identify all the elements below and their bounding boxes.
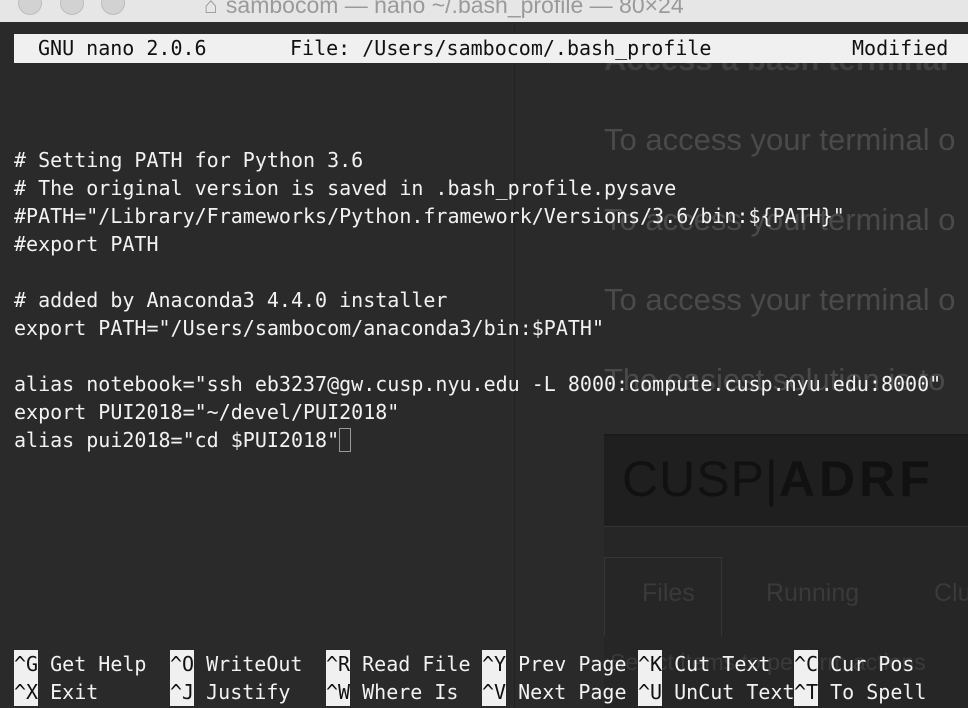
nano-shortcut-bar: ^G Get Help ^O WriteOut ^R Read File ^Y … bbox=[14, 650, 968, 706]
logo-left: CUSP bbox=[622, 451, 765, 507]
shortcut-key: ^G bbox=[14, 650, 39, 678]
shortcut-cut-text[interactable]: ^K Cut Text bbox=[638, 650, 770, 678]
minimize-window-button[interactable] bbox=[60, 0, 84, 15]
close-window-button[interactable] bbox=[18, 0, 42, 15]
shortcut-label: Read File bbox=[362, 652, 471, 676]
window-titlebar: ⌂ sambocom — nano ~/.bash_profile — 80×24 bbox=[0, 0, 968, 23]
text-cursor bbox=[339, 428, 352, 452]
shortcut-cur-pos[interactable]: ^C Cur Pos bbox=[794, 650, 914, 678]
file-path: File: /Users/sambocom/.bash_profile bbox=[290, 36, 712, 60]
background-browser-page: Access a bash terminal To access your te… bbox=[604, 22, 968, 708]
editor-line[interactable]: # Setting PATH for Python 3.6 bbox=[14, 146, 363, 174]
editor-line[interactable]: #export PATH bbox=[14, 230, 159, 258]
shortcut-key: ^O bbox=[170, 650, 195, 678]
editor-line[interactable]: export PATH="/Users/sambocom/anaconda3/b… bbox=[14, 314, 604, 342]
shortcut-label: Get Help bbox=[50, 652, 147, 676]
shortcut-key: ^C bbox=[794, 650, 819, 678]
shortcut-key: ^K bbox=[638, 650, 663, 678]
editor-line[interactable]: # The original version is saved in .bash… bbox=[14, 174, 676, 202]
shortcut-label: Cut Text bbox=[674, 652, 771, 676]
cusp-adrf-logo: CUSP|ADRF bbox=[622, 451, 934, 507]
home-icon: ⌂ bbox=[204, 0, 218, 18]
editor-line[interactable]: alias notebook="ssh eb3237@gw.cusp.nyu.e… bbox=[14, 370, 941, 398]
shortcut-where-is[interactable]: ^W Where Is bbox=[326, 678, 458, 706]
bg-paragraph: To access your terminal o bbox=[604, 282, 956, 317]
nano-header-bar: GNU nano 2.0.6 File: /Users/sambocom/.ba… bbox=[14, 34, 968, 63]
shortcut-label: Next Page bbox=[518, 680, 627, 704]
shortcut-to-spell[interactable]: ^T To Spell bbox=[794, 678, 926, 706]
shortcut-label: UnCut Text bbox=[674, 680, 795, 704]
shortcut-label: To Spell bbox=[830, 680, 927, 704]
shortcut-justify[interactable]: ^J Justify bbox=[170, 678, 290, 706]
shortcut-label: Exit bbox=[50, 680, 99, 704]
shortcut-key: ^W bbox=[326, 678, 351, 706]
bg-tab-running: Running bbox=[766, 579, 860, 607]
shortcut-next-page[interactable]: ^V Next Page bbox=[482, 678, 627, 706]
shortcut-key: ^Y bbox=[482, 650, 507, 678]
editor-line-current[interactable]: alias pui2018="cd $PUI2018" bbox=[14, 426, 352, 454]
window-title-text: sambocom — nano ~/.bash_profile — 80×24 bbox=[225, 0, 684, 18]
shortcut-key: ^V bbox=[482, 678, 507, 706]
nano-version: GNU nano 2.0.6 bbox=[38, 36, 207, 60]
editor-line[interactable]: export PUI2018="~/devel/PUI2018" bbox=[14, 398, 399, 426]
editor-line[interactable]: # added by Anaconda3 4.4.0 installer bbox=[14, 286, 447, 314]
shortcut-key: ^J bbox=[170, 678, 195, 706]
shortcut-writeout[interactable]: ^O WriteOut bbox=[170, 650, 302, 678]
bg-tab-files: Files bbox=[642, 579, 695, 607]
shortcut-label: WriteOut bbox=[206, 652, 303, 676]
editor-line-text: alias pui2018="cd $PUI2018" bbox=[14, 428, 340, 452]
logo-right: ADRF bbox=[778, 451, 934, 507]
shortcut-read-file[interactable]: ^R Read File bbox=[326, 650, 471, 678]
editor-line[interactable]: #PATH="/Library/Frameworks/Python.framew… bbox=[14, 202, 845, 230]
shortcut-label: Justify bbox=[206, 680, 291, 704]
modified-status: Modified bbox=[852, 36, 949, 60]
shortcut-key: ^U bbox=[638, 678, 663, 706]
bg-paragraph: To access your terminal o bbox=[604, 122, 956, 157]
shortcut-get-help[interactable]: ^G Get Help bbox=[14, 650, 146, 678]
shortcut-label: Prev Page bbox=[518, 652, 627, 676]
bg-tab-clusters: Clu bbox=[934, 579, 968, 607]
shortcut-exit[interactable]: ^X Exit bbox=[14, 678, 98, 706]
shortcut-label: Where Is bbox=[362, 680, 459, 704]
shortcut-uncut-text[interactable]: ^U UnCut Text bbox=[638, 678, 795, 706]
shortcut-label: Cur Pos bbox=[830, 652, 915, 676]
zoom-window-button[interactable] bbox=[101, 0, 125, 15]
shortcut-key: ^R bbox=[326, 650, 351, 678]
window-title: ⌂ sambocom — nano ~/.bash_profile — 80×24 bbox=[204, 0, 684, 19]
bg-active-tab bbox=[604, 557, 722, 636]
shortcut-prev-page[interactable]: ^Y Prev Page bbox=[482, 650, 627, 678]
shortcut-key: ^T bbox=[794, 678, 819, 706]
divider bbox=[514, 22, 515, 708]
terminal-window[interactable]: Access a bash terminal To access your te… bbox=[0, 22, 968, 708]
shortcut-key: ^X bbox=[14, 678, 39, 706]
